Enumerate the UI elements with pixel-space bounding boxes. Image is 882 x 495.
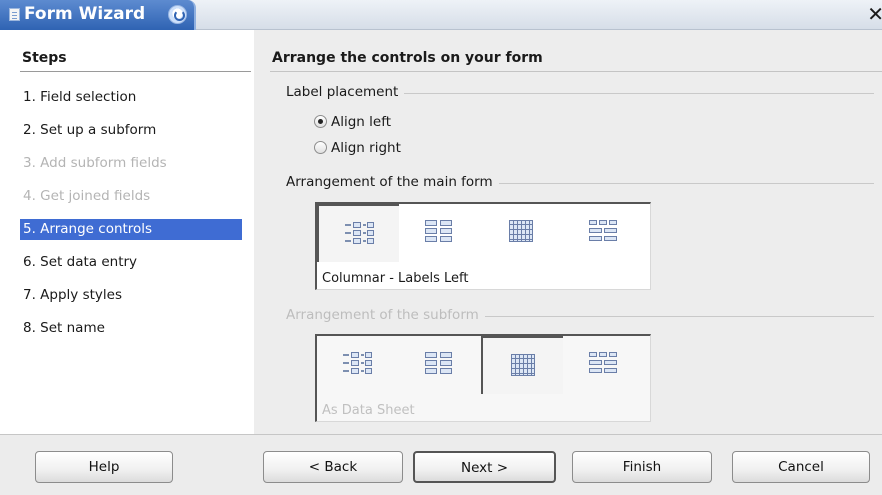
steps-header: Steps (22, 50, 67, 66)
next-button[interactable]: Next > (413, 451, 556, 483)
align-right-option[interactable]: Align right (314, 139, 401, 157)
main-form-selected-name: Columnar - Labels Left (322, 271, 469, 286)
sub-option-data-sheet (481, 336, 563, 394)
align-right-radio[interactable] (314, 141, 327, 154)
in-blocks-labels-above-icon (587, 352, 619, 378)
step-arrange-controls[interactable]: 5. Arrange controls (20, 219, 242, 240)
columnar-labels-on-top-icon (423, 352, 455, 378)
subform-heading: Arrangement of the subform (286, 307, 485, 323)
steps-divider (20, 71, 251, 72)
in-blocks-labels-above-icon (587, 220, 619, 246)
page-title: Arrange the controls on your form (272, 50, 543, 66)
columnar-labels-on-top-icon (423, 220, 455, 246)
columnar-labels-left-icon (341, 352, 373, 378)
step-add-subform-fields: 3. Add subform fields (23, 155, 167, 171)
align-left-radio[interactable] (314, 115, 327, 128)
step-apply-styles[interactable]: 7. Apply styles (20, 285, 242, 306)
sub-option-columnar-labels-top (399, 336, 481, 394)
form-document-icon (9, 8, 20, 21)
subform-arrangement-list: As Data Sheet (315, 334, 651, 422)
finish-button[interactable]: Finish (572, 451, 712, 483)
align-left-option[interactable]: Align left (314, 113, 391, 131)
data-sheet-icon (507, 354, 539, 380)
sub-option-in-blocks (563, 336, 645, 394)
title-tab[interactable]: Form Wizard (0, 0, 196, 30)
back-button[interactable]: < Back (263, 451, 403, 483)
main-option-columnar-labels-left[interactable] (317, 204, 399, 262)
steps-pane: Steps 1. Field selection 2. Set up a sub… (0, 30, 254, 434)
subform-selected-name: As Data Sheet (322, 403, 415, 418)
title-divider (270, 71, 882, 72)
roll-up-icon[interactable] (168, 5, 187, 24)
align-left-label[interactable]: Align left (331, 114, 391, 130)
step-set-up-subform[interactable]: 2. Set up a subform (20, 120, 242, 141)
step-set-data-entry[interactable]: 6. Set data entry (20, 252, 242, 273)
close-icon[interactable]: ✕ (867, 2, 882, 26)
main-form-heading: Arrangement of the main form (286, 174, 499, 190)
sub-option-columnar-labels-left (317, 336, 399, 394)
cancel-button[interactable]: Cancel (732, 451, 870, 483)
main-option-data-sheet[interactable] (481, 204, 563, 262)
data-sheet-icon (505, 220, 537, 246)
columnar-labels-left-icon (343, 222, 375, 248)
main-form-arrangement-list[interactable]: Columnar - Labels Left (315, 202, 651, 290)
step-set-name[interactable]: 8. Set name (20, 318, 242, 339)
title-bar[interactable]: Form Wizard ✕ (0, 0, 882, 30)
step-field-selection[interactable]: 1. Field selection (20, 87, 242, 108)
main-option-columnar-labels-top[interactable] (399, 204, 481, 262)
label-placement-heading: Label placement (286, 84, 405, 100)
main-option-in-blocks[interactable] (563, 204, 645, 262)
main-pane: Arrange the controls on your form Label … (254, 30, 882, 434)
align-right-label[interactable]: Align right (331, 140, 401, 156)
step-get-joined-fields: 4. Get joined fields (23, 188, 151, 204)
button-bar: Help < Back Next > Finish Cancel (0, 434, 882, 495)
window-title: Form Wizard (24, 4, 146, 24)
help-button[interactable]: Help (35, 451, 173, 483)
